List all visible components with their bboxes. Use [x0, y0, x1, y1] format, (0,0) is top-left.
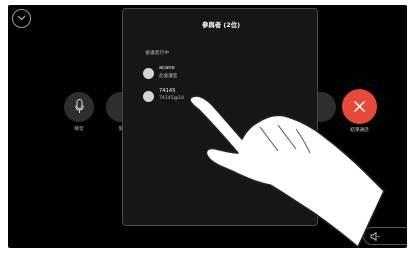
participant-name: acano — [159, 65, 175, 71]
participant-name: 74145 — [159, 88, 176, 94]
panel-title: 參與者 (2位) — [201, 21, 241, 29]
hand-pointer-icon — [189, 95, 385, 248]
participant-row[interactable]: acano 此會議室 — [143, 65, 303, 81]
collapse-button[interactable] — [12, 9, 31, 28]
chevron-down-icon — [17, 15, 26, 21]
mute-button[interactable] — [64, 92, 94, 122]
avatar — [143, 91, 154, 102]
section-label: 會議進行中 — [145, 51, 169, 56]
microphone-icon — [75, 99, 84, 113]
participant-status: 74145@10 — [159, 96, 185, 101]
avatar — [143, 68, 154, 79]
participant-status: 此會議室 — [159, 74, 178, 79]
mute-label: 靜音 — [74, 127, 84, 132]
call-screen: 靜音 開 結束通話 參與者 (2位) 會議進行中 acano 此會議室 7414… — [8, 5, 407, 248]
